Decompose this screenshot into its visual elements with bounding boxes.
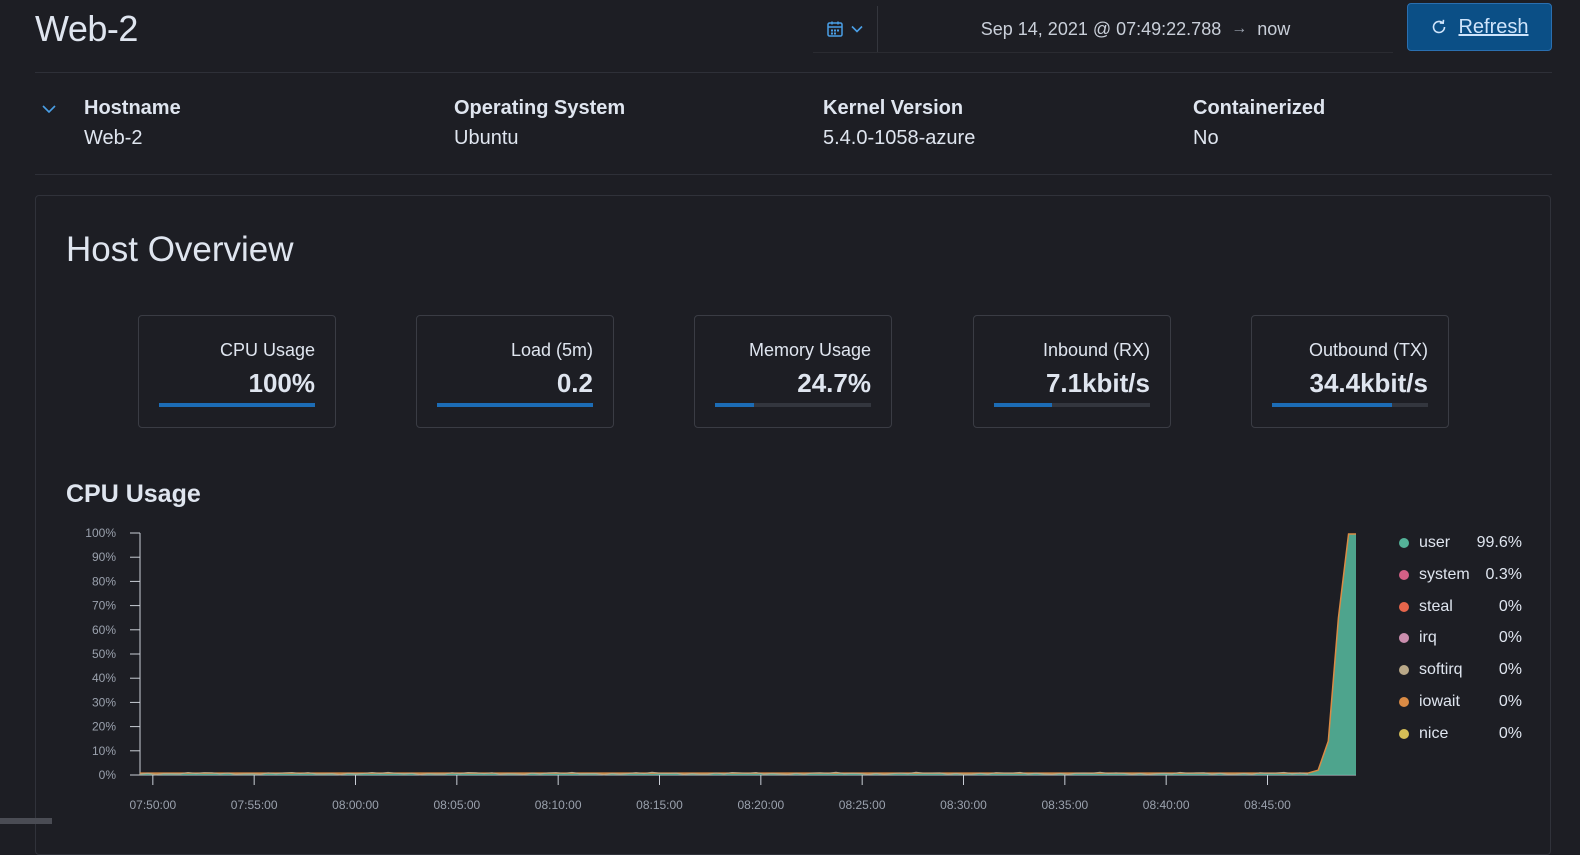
legend-item-system[interactable]: system 0.3%	[1398, 565, 1522, 585]
x-tick-label: 08:05:00	[433, 798, 480, 812]
legend-dot-icon	[1399, 728, 1409, 739]
y-tick-label: 20%	[92, 720, 116, 734]
x-tick-label: 08:15:00	[636, 798, 683, 812]
y-tick-label: 60%	[92, 623, 116, 637]
legend-dot-icon	[1399, 569, 1409, 580]
x-tick-label: 08:00:00	[332, 798, 379, 812]
legend-dot-icon	[1399, 538, 1409, 548]
legend-dot-icon	[1399, 633, 1409, 644]
x-tick-label: 08:25:00	[839, 798, 886, 812]
legend-dot-icon	[1399, 601, 1409, 612]
series-line-iowait	[140, 533, 1356, 774]
legend-name: nice	[1419, 724, 1449, 742]
x-tick-label: 08:40:00	[1143, 798, 1190, 812]
y-tick-label: 50%	[92, 647, 116, 661]
legend-name: softirq	[1419, 661, 1463, 679]
x-tick-label: 08:45:00	[1244, 798, 1291, 812]
cpu-usage-chart[interactable]: 0% 10% 20% 30% 40% 50% 60% 70% 80% 90% 100% 07:50:0…	[0, 0, 1580, 830]
y-tick-label: 30%	[92, 695, 116, 709]
legend-item-user[interactable]: user 99.6%	[1398, 533, 1522, 553]
legend-dot-icon	[1399, 665, 1409, 676]
horizontal-scrollbar[interactable]	[0, 818, 52, 824]
y-tick-label: 70%	[92, 599, 116, 613]
series-area-user	[140, 533, 1356, 775]
y-tick-label: 90%	[92, 550, 116, 564]
legend-name: user	[1419, 534, 1451, 551]
x-tick-label: 07:50:00	[129, 798, 176, 812]
legend-name: steal	[1419, 597, 1453, 615]
legend-item-nice[interactable]: nice 0%	[1398, 724, 1522, 744]
x-tick-label: 08:20:00	[737, 798, 784, 812]
y-tick-label: 40%	[92, 671, 116, 685]
legend-dot-icon	[1399, 697, 1409, 707]
legend-value: 0%	[1498, 629, 1522, 647]
legend-value: 0%	[1498, 693, 1522, 710]
legend-value: 99.6%	[1476, 534, 1522, 551]
legend-name: iowait	[1419, 693, 1460, 710]
y-tick-label: 0%	[99, 768, 117, 782]
x-tick-label: 08:30:00	[940, 798, 987, 812]
x-tick-label: 08:10:00	[535, 798, 582, 812]
legend-item-softirq[interactable]: softirq 0%	[1398, 660, 1522, 680]
y-tick-label: 100%	[85, 526, 116, 540]
legend-value: 0%	[1498, 597, 1522, 615]
legend-value: 0%	[1498, 661, 1522, 679]
x-tick-label: 07:55:00	[231, 798, 278, 812]
x-tick-label: 08:35:00	[1041, 798, 1088, 812]
legend-name: system	[1419, 565, 1470, 583]
y-tick-label: 80%	[92, 574, 116, 588]
legend-name: irq	[1419, 629, 1437, 647]
legend-item-steal[interactable]: steal 0%	[1398, 597, 1522, 617]
legend-item-iowait[interactable]: iowait 0%	[1398, 692, 1522, 712]
y-tick-label: 10%	[92, 744, 116, 758]
legend-value: 0%	[1498, 724, 1522, 742]
legend-item-irq[interactable]: irq 0%	[1398, 628, 1522, 648]
legend-value: 0.3%	[1485, 565, 1522, 583]
